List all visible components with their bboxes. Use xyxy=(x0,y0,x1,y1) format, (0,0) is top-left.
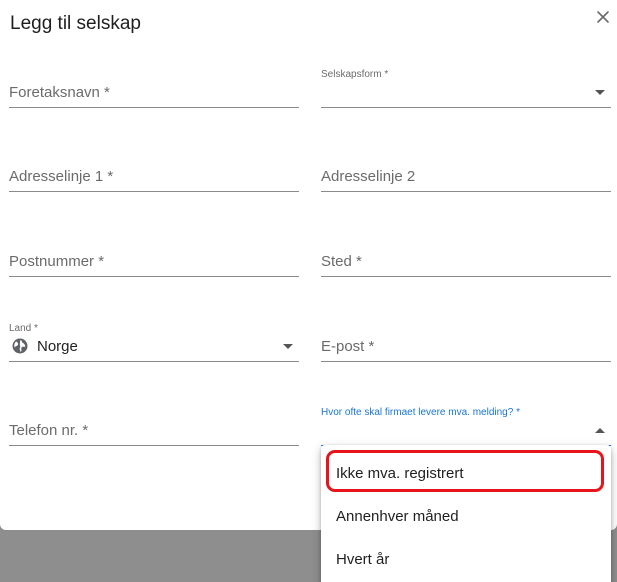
menu-item-yearly[interactable]: Hvert år xyxy=(321,539,611,579)
country-value: Norge xyxy=(37,338,78,355)
company-form-select[interactable]: Selskapsform * xyxy=(321,67,611,108)
country-label: Land * xyxy=(9,323,38,334)
email-field[interactable]: E-post * xyxy=(321,321,611,362)
country-select[interactable]: Land * Norge xyxy=(9,321,299,362)
close-button[interactable] xyxy=(593,7,613,27)
city-field[interactable]: Sted * xyxy=(321,236,611,277)
vat-frequency-select[interactable]: Hvor ofte skal firmaet levere mva. meldi… xyxy=(321,405,611,446)
company-form-label: Selskapsform * xyxy=(321,69,389,80)
postal-code-field[interactable]: Postnummer * xyxy=(9,236,299,277)
close-icon xyxy=(597,11,609,23)
company-name-field[interactable]: Foretaksnavn * xyxy=(9,67,299,108)
chevron-up-icon xyxy=(595,428,605,433)
phone-field[interactable]: Telefon nr. * xyxy=(9,405,299,446)
menu-item-bimonthly[interactable]: Annenhver måned xyxy=(321,496,611,536)
address2-label: Adresselinje 2 xyxy=(321,168,416,185)
city-label: Sted * xyxy=(321,253,362,270)
vat-frequency-label: Hvor ofte skal firmaet levere mva. meldi… xyxy=(321,407,520,418)
vat-frequency-menu: Ikke mva. registrert Annenhver måned Hve… xyxy=(321,445,611,582)
phone-label: Telefon nr. * xyxy=(9,422,89,439)
address1-label: Adresselinje 1 * xyxy=(9,168,114,185)
menu-item-not-registered[interactable]: Ikke mva. registrert xyxy=(321,453,611,493)
postal-code-label: Postnummer * xyxy=(9,253,105,270)
chevron-down-icon xyxy=(595,90,605,95)
chevron-down-icon xyxy=(283,344,293,349)
address2-field[interactable]: Adresselinje 2 xyxy=(321,151,611,192)
company-name-label: Foretaksnavn * xyxy=(9,84,110,101)
globe-icon xyxy=(12,338,28,354)
dialog-title: Legg til selskap xyxy=(10,13,141,34)
email-label: E-post * xyxy=(321,338,375,355)
address1-field[interactable]: Adresselinje 1 * xyxy=(9,151,299,192)
